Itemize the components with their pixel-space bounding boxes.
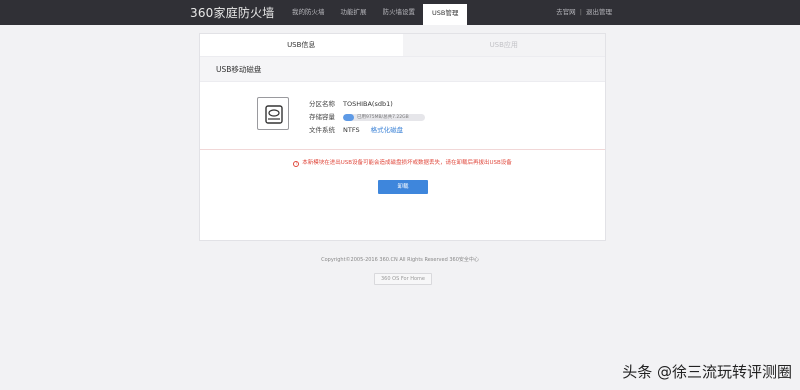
tab-usb-apps[interactable]: USB应用 — [402, 34, 605, 56]
capacity-bar: 已用975MB/总共7.22GB — [343, 114, 425, 121]
capacity-row: 存储容量 已用975MB/总共7.22GB — [309, 111, 425, 124]
nav-my-firewall[interactable]: 我的防火墙 — [284, 0, 333, 25]
capacity-bar-fill — [343, 114, 354, 121]
warning-icon: ! — [293, 161, 300, 167]
top-bar: 360家庭防火墙 我的防火墙 功能扩展 防火墙设置 USB管理 去官网 | 退出… — [0, 0, 800, 25]
main-nav: 我的防火墙 功能扩展 防火墙设置 USB管理 — [284, 0, 468, 25]
usb-card: USB信息 USB应用 USB移动磁盘 分区名称 TOSHIBA(sdb1) 存… — [199, 33, 606, 241]
nav-extensions[interactable]: 功能扩展 — [333, 0, 375, 25]
nav-usb-management[interactable]: USB管理 — [423, 4, 468, 25]
capacity-text: 已用975MB/总共7.22GB — [357, 115, 409, 120]
divider — [200, 149, 605, 150]
watermark-text: 头条 @徐三流玩转评测圈 — [622, 363, 792, 381]
warning-message: ! 本新模块在进出USB设备可能会造成磁盘损坏或数据丢失，请在卸载后再拔出USB设… — [200, 158, 605, 167]
unmount-button[interactable]: 卸载 — [378, 180, 428, 194]
logout-link[interactable]: 退出管理 — [586, 8, 612, 16]
partition-value: TOSHIBA(sdb1) — [343, 100, 393, 108]
filesystem-label: 文件系统 — [309, 126, 335, 134]
top-links: 去官网 | 退出管理 — [556, 0, 612, 25]
os-home-button[interactable]: 360 OS For Home — [374, 273, 432, 285]
capacity-label: 存储容量 — [309, 113, 335, 121]
tab-usb-info[interactable]: USB信息 — [200, 34, 403, 56]
official-site-link[interactable]: 去官网 — [556, 8, 576, 16]
usb-tabs: USB信息 USB应用 — [200, 34, 605, 56]
copyright-text: Copyright©2005-2016 360.CN All Rights Re… — [321, 257, 479, 263]
link-separator: | — [579, 8, 582, 16]
disk-info: 分区名称 TOSHIBA(sdb1) 存储容量 已用975MB/总共7.22GB… — [309, 98, 425, 137]
hard-disk-icon — [257, 97, 289, 130]
partition-row: 分区名称 TOSHIBA(sdb1) — [309, 98, 425, 111]
format-disk-link[interactable]: 格式化磁盘 — [371, 124, 404, 137]
warning-text: 本新模块在进出USB设备可能会造成磁盘损坏或数据丢失，请在卸载后再拔出USB设备 — [302, 160, 512, 166]
brand-logo: 360家庭防火墙 — [190, 6, 275, 20]
filesystem-row: 文件系统 NTFS 格式化磁盘 — [309, 124, 425, 137]
nav-firewall-settings[interactable]: 防火墙设置 — [375, 0, 424, 25]
section-title: USB移动磁盘 — [200, 56, 605, 82]
partition-label: 分区名称 — [309, 100, 335, 108]
filesystem-value: NTFS — [343, 126, 360, 134]
